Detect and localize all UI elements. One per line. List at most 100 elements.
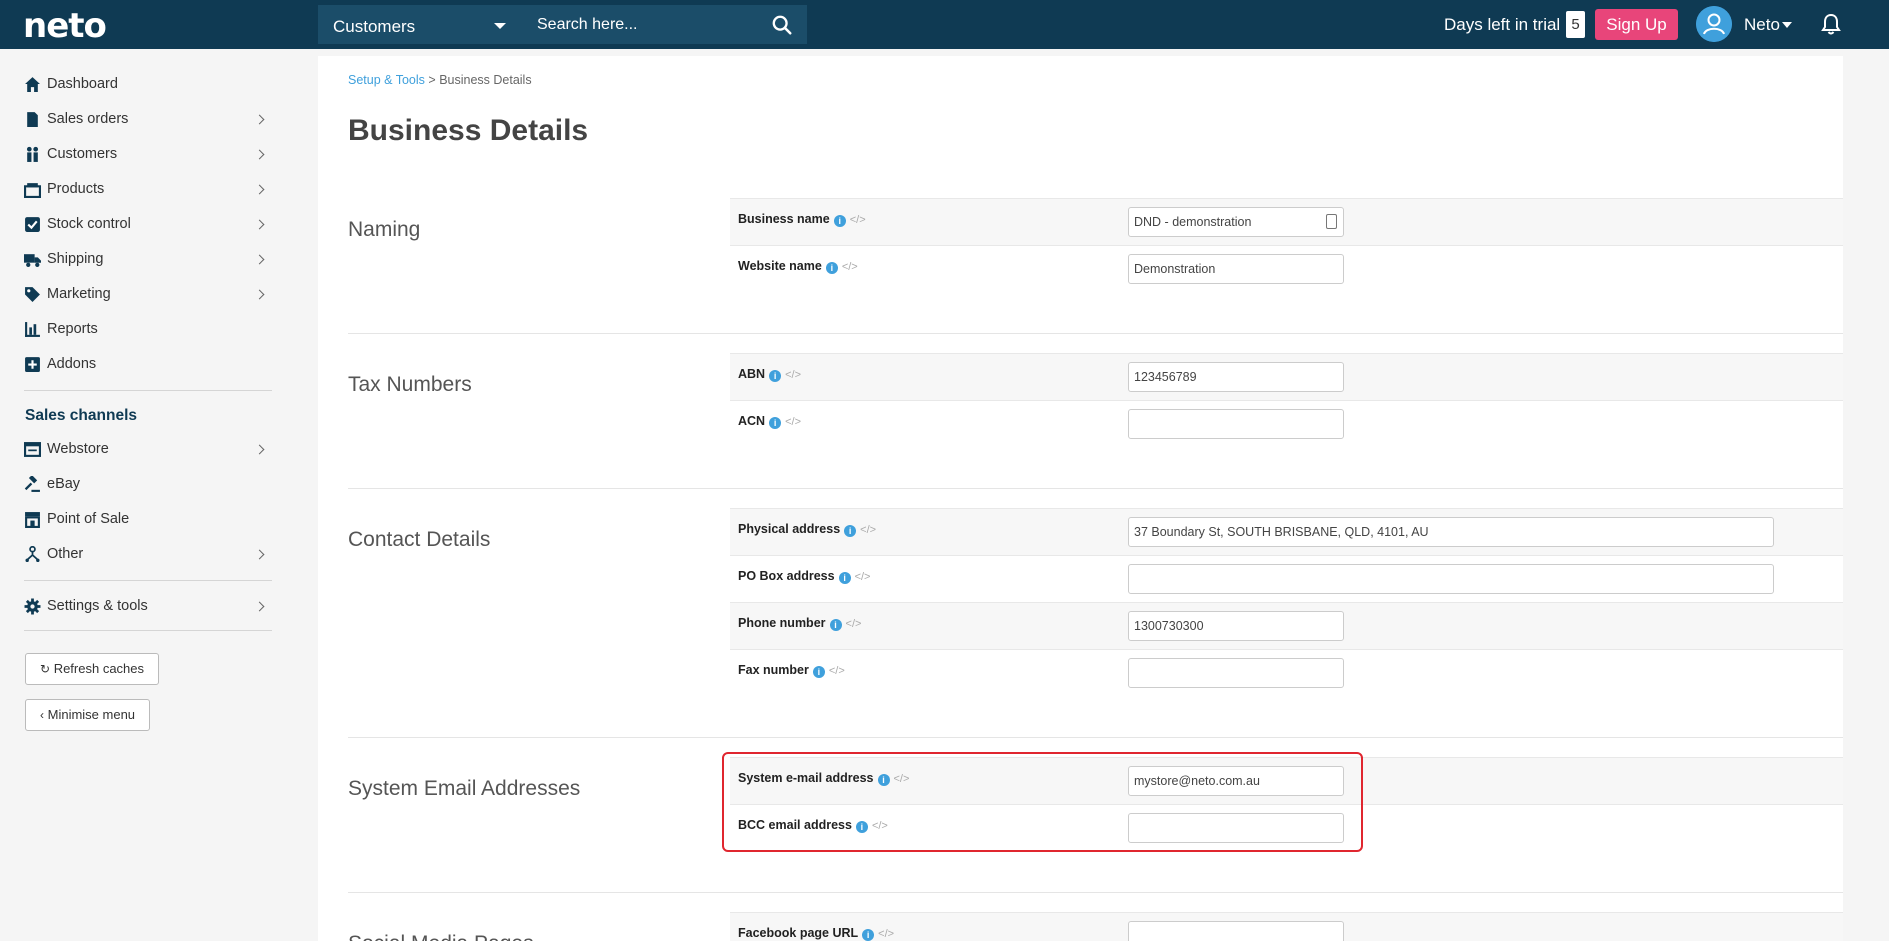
code-icon[interactable]: </>	[894, 773, 910, 785]
avatar[interactable]	[1696, 6, 1732, 42]
info-icon[interactable]: i	[877, 774, 890, 786]
code-icon[interactable]: </>	[829, 665, 845, 677]
form-row-business-name: Business name i </>	[730, 198, 1843, 245]
sidebar-item-shipping[interactable]: Shipping	[24, 248, 272, 272]
info-icon[interactable]: i	[825, 262, 838, 274]
code-icon[interactable]: </>	[860, 524, 876, 536]
info-icon[interactable]: i	[844, 525, 857, 537]
system-email-input[interactable]	[1128, 766, 1344, 796]
section-divider	[348, 488, 1843, 489]
field-label-text: Business name	[738, 212, 830, 226]
website-name-input[interactable]	[1128, 254, 1344, 284]
chevron-down-icon	[494, 23, 506, 29]
breadcrumb-current: Business Details	[439, 73, 532, 87]
contact-card-icon[interactable]	[1326, 214, 1337, 229]
search-icon[interactable]	[771, 14, 793, 36]
breadcrumb-link-setup-tools[interactable]: Setup & Tools	[348, 73, 425, 87]
code-icon[interactable]: </>	[846, 618, 862, 630]
truck-icon	[24, 254, 41, 267]
user-menu[interactable]: Neto	[1744, 15, 1780, 35]
code-icon[interactable]: </>	[878, 928, 894, 940]
sidebar-item-label: Dashboard	[47, 76, 118, 92]
field-label-text: ACN	[738, 414, 766, 428]
neto-logo[interactable]: neto	[23, 6, 107, 46]
browser-icon	[24, 442, 41, 457]
info-icon[interactable]: i	[812, 666, 825, 678]
code-icon[interactable]: </>	[785, 369, 801, 381]
refresh-caches-button[interactable]: ↻ Refresh caches	[25, 653, 160, 685]
chevron-right-icon	[254, 601, 265, 612]
sidebar-item-products[interactable]: Products	[24, 178, 272, 202]
chevron-right-icon	[254, 289, 265, 300]
sidebar-item-settings-tools[interactable]: Settings & tools	[24, 595, 272, 619]
code-icon[interactable]: </>	[842, 261, 858, 273]
field-label-text: System e-mail address	[738, 771, 874, 785]
sidebar-item-label: eBay	[47, 476, 81, 492]
abn-input[interactable]	[1128, 362, 1344, 392]
phone-number-input[interactable]	[1128, 611, 1344, 641]
field-label: Business name i </>	[738, 212, 866, 227]
info-icon[interactable]: i	[855, 821, 868, 833]
sidebar-item-label: Shipping	[47, 251, 104, 267]
field-label: System e-mail address i </>	[738, 771, 909, 786]
business-name-input[interactable]	[1128, 207, 1344, 237]
trial-label: Days left in trial	[1444, 15, 1561, 34]
section-title-contact-details: Contact Details	[348, 528, 491, 551]
section-divider	[348, 892, 1843, 893]
sidebar-item-sales-orders[interactable]: Sales orders	[24, 108, 272, 132]
sidebar-item-addons[interactable]: Addons	[24, 353, 272, 377]
sidebar-item-label: Point of Sale	[47, 511, 130, 527]
field-label: Fax number i </>	[738, 663, 845, 678]
sidebar-item-point-of-sale[interactable]: Point of Sale	[24, 508, 272, 532]
code-icon[interactable]: </>	[785, 416, 801, 428]
info-icon[interactable]: i	[829, 619, 842, 631]
field-label-text: Facebook page URL	[738, 926, 859, 940]
sidebar-item-other[interactable]: Other	[24, 543, 272, 567]
trial-days-badge: 5	[1566, 11, 1585, 38]
field-label-text: Physical address	[738, 522, 841, 536]
chevron-right-icon	[254, 549, 265, 560]
form-row-acn: ACN i </>	[730, 400, 1843, 447]
store-icon	[25, 512, 40, 528]
chevron-down-icon[interactable]	[1782, 22, 1792, 28]
fax-number-input[interactable]	[1128, 658, 1344, 688]
info-icon[interactable]: i	[833, 215, 846, 227]
minimise-menu-button[interactable]: ‹ Minimise menu	[25, 699, 151, 731]
acn-input[interactable]	[1128, 409, 1344, 439]
bcc-email-input[interactable]	[1128, 813, 1344, 843]
sidebar-item-marketing[interactable]: Marketing	[24, 283, 272, 307]
chevron-right-icon	[254, 184, 265, 195]
sidebar-item-ebay[interactable]: eBay	[24, 473, 272, 497]
field-label-text: PO Box address	[738, 569, 835, 583]
field-label: Phone number i </>	[738, 616, 861, 631]
info-icon[interactable]: i	[862, 929, 875, 941]
code-icon[interactable]: </>	[855, 571, 871, 583]
sidebar-item-label: Products	[47, 181, 105, 197]
module-select-label: Customers	[333, 17, 416, 36]
search-box	[521, 5, 807, 44]
box-icon	[24, 183, 41, 198]
sidebar-item-customers[interactable]: Customers	[24, 143, 272, 167]
code-icon[interactable]: </>	[872, 820, 888, 832]
facebook-page-url-input[interactable]	[1128, 921, 1344, 941]
po-box-address-input[interactable]	[1128, 564, 1774, 594]
sign-up-button[interactable]: Sign Up	[1595, 9, 1678, 40]
info-icon[interactable]: i	[769, 370, 782, 382]
info-icon[interactable]: i	[838, 572, 851, 584]
module-select[interactable]: Customers	[318, 5, 521, 44]
sidebar-item-reports[interactable]: Reports	[24, 318, 272, 342]
breadcrumb-separator: >	[428, 73, 436, 87]
sidebar-item-webstore[interactable]: Webstore	[24, 438, 272, 462]
sidebar-item-stock-control[interactable]: Stock control	[24, 213, 272, 237]
info-icon[interactable]: i	[769, 417, 782, 429]
physical-address-input[interactable]	[1128, 517, 1774, 547]
gear-icon	[24, 598, 41, 615]
chevron-right-icon	[254, 444, 265, 455]
code-icon[interactable]: </>	[850, 214, 866, 226]
tag-icon	[25, 287, 40, 302]
chevron-right-icon	[254, 114, 265, 125]
sidebar-item-dashboard[interactable]: Dashboard	[24, 73, 272, 97]
bell-icon[interactable]	[1821, 13, 1841, 35]
search-input[interactable]	[521, 5, 761, 44]
top-bar: neto Customers Days left in trial 5 Sign…	[0, 0, 1889, 49]
